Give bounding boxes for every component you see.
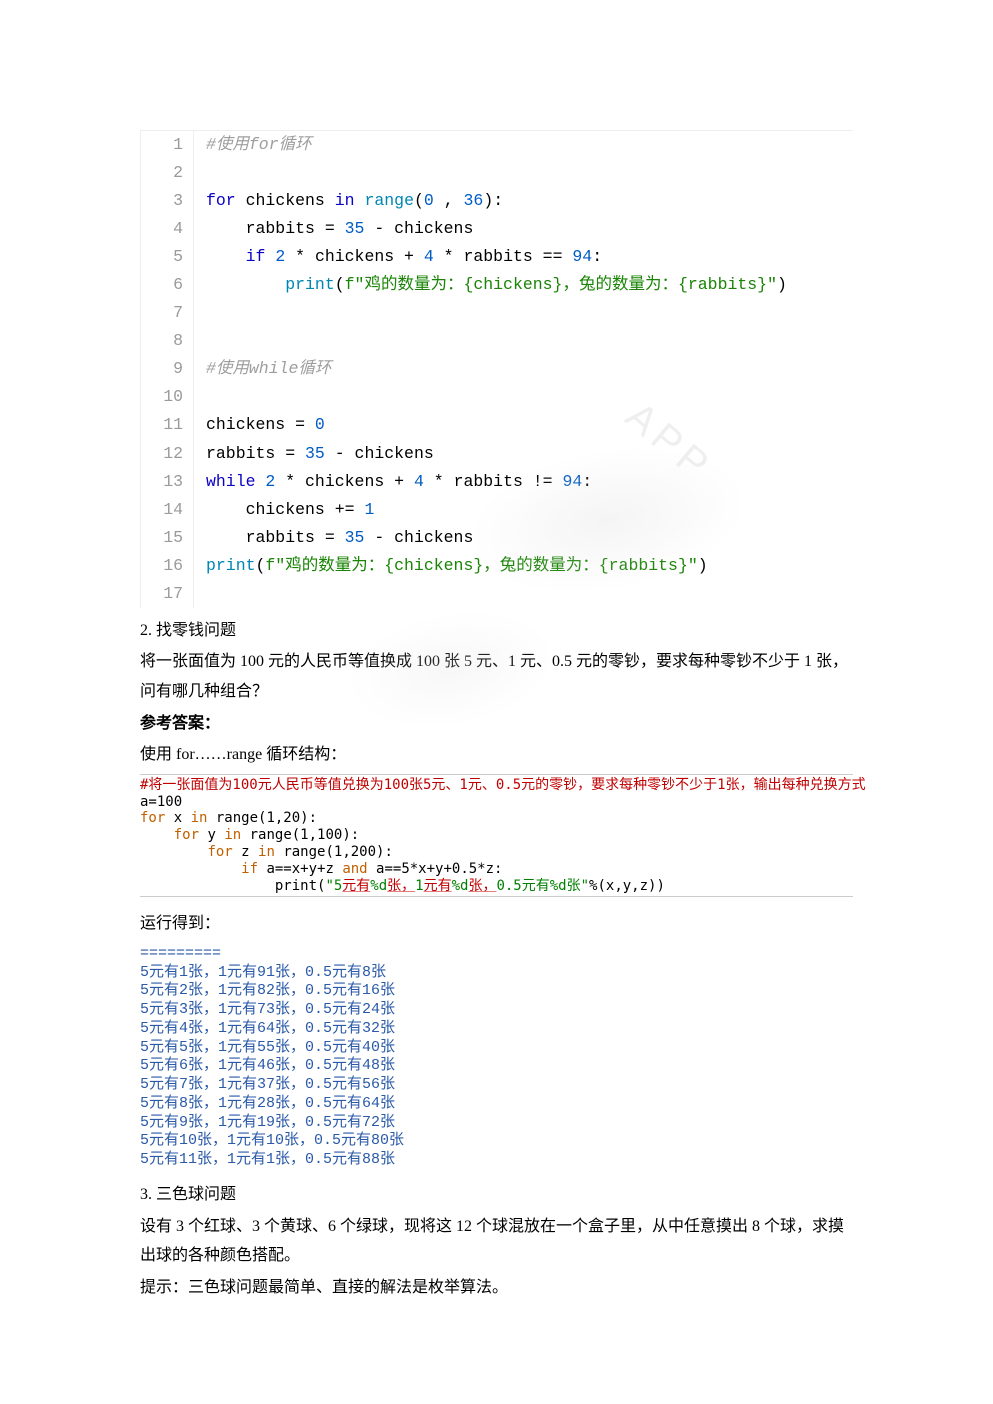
output-line: 5元有10张，1元有10张，0.5元有80张 bbox=[140, 1132, 853, 1151]
code-text bbox=[194, 299, 216, 327]
code-line: 5 if 2 * chickens + 4 * rabbits == 94: bbox=[141, 243, 853, 271]
code-text bbox=[194, 327, 216, 355]
code-line: 10 bbox=[141, 383, 853, 411]
line-number: 9 bbox=[141, 355, 194, 383]
code-line: 13while 2 * chickens + 4 * rabbits != 94… bbox=[141, 468, 853, 496]
code-text: chickens += 1 bbox=[194, 496, 374, 524]
code-text: rabbits = 35 - chickens bbox=[194, 215, 473, 243]
code-line: 8 bbox=[141, 327, 853, 355]
line-number: 15 bbox=[141, 524, 194, 552]
output-label: 运行得到： bbox=[140, 909, 853, 939]
section-3-problem: 设有 3 个红球、3 个黄球、6 个绿球，现将这 12 个球混放在一个盒子里，从… bbox=[140, 1212, 853, 1271]
line-number: 17 bbox=[141, 580, 194, 608]
code-line: 7 bbox=[141, 299, 853, 327]
line-number: 4 bbox=[141, 215, 194, 243]
code-text: rabbits = 35 - chickens bbox=[194, 440, 434, 468]
output-line: 5元有5张，1元有55张，0.5元有40张 bbox=[140, 1039, 853, 1058]
output-line: 5元有6张，1元有46张，0.5元有48张 bbox=[140, 1057, 853, 1076]
code-text: if 2 * chickens + 4 * rabbits == 94: bbox=[194, 243, 602, 271]
code-text bbox=[194, 159, 216, 187]
line-number: 10 bbox=[141, 383, 194, 411]
output-line: 5元有8张，1元有28张，0.5元有64张 bbox=[140, 1095, 853, 1114]
line-number: 1 bbox=[141, 131, 194, 159]
code-line: for x in range(1,20): bbox=[140, 810, 853, 827]
output-line: 5元有1张，1元有91张，0.5元有8张 bbox=[140, 964, 853, 983]
code-line: 11chickens = 0 bbox=[141, 411, 853, 439]
code-line: 12rabbits = 35 - chickens bbox=[141, 440, 853, 468]
code-text: rabbits = 35 - chickens bbox=[194, 524, 473, 552]
code-text: print(f"鸡的数量为：{chickens}，兔的数量为：{rabbits}… bbox=[194, 552, 708, 580]
section-2-heading: 2. 找零钱问题 bbox=[140, 616, 853, 646]
output-line: 5元有7张，1元有37张，0.5元有56张 bbox=[140, 1076, 853, 1095]
code-line: #将一张面值为100元人民币等值兑换为100张5元、1元、0.5元的零钞，要求每… bbox=[140, 777, 853, 794]
answer-label: 参考答案： bbox=[140, 709, 853, 739]
code-line: 17 bbox=[141, 580, 853, 608]
line-number: 16 bbox=[141, 552, 194, 580]
code-line: 14 chickens += 1 bbox=[141, 496, 853, 524]
code-line: a=100 bbox=[140, 794, 853, 811]
program-output: =========5元有1张，1元有91张，0.5元有8张5元有2张，1元有82… bbox=[140, 945, 853, 1170]
output-line: 5元有9张，1元有19张，0.5元有72张 bbox=[140, 1114, 853, 1133]
code-line: 1#使用for循环 bbox=[141, 131, 853, 159]
code-line: if a==x+y+z and a==5*x+y+0.5*z: bbox=[140, 861, 853, 878]
code-line: print("5元有%d张，1元有%d张，0.5元有%d张"%(x,y,z)) bbox=[140, 878, 853, 895]
output-line: 5元有2张，1元有82张，0.5元有16张 bbox=[140, 982, 853, 1001]
code-line: for z in range(1,200): bbox=[140, 844, 853, 861]
code-line: for y in range(1,100): bbox=[140, 827, 853, 844]
output-line: 5元有3张，1元有73张，0.5元有24张 bbox=[140, 1001, 853, 1020]
output-line: 5元有11张，1元有1张，0.5元有88张 bbox=[140, 1151, 853, 1170]
line-number: 5 bbox=[141, 243, 194, 271]
code-text bbox=[194, 580, 216, 608]
code-line: 15 rabbits = 35 - chickens bbox=[141, 524, 853, 552]
code-line: 6 print(f"鸡的数量为：{chickens}，兔的数量为：{rabbit… bbox=[141, 271, 853, 299]
code-text bbox=[194, 383, 216, 411]
line-number: 12 bbox=[141, 440, 194, 468]
output-line: 5元有4张，1元有64张，0.5元有32张 bbox=[140, 1020, 853, 1039]
code-text: chickens = 0 bbox=[194, 411, 325, 439]
line-number: 13 bbox=[141, 468, 194, 496]
code-block-for-while: 1#使用for循环2 3for chickens in range(0 , 36… bbox=[140, 130, 853, 608]
code-line: 9#使用while循环 bbox=[141, 355, 853, 383]
code-line: 2 bbox=[141, 159, 853, 187]
section-3-heading: 3. 三色球问题 bbox=[140, 1180, 853, 1210]
line-number: 3 bbox=[141, 187, 194, 215]
code-line: 3for chickens in range(0 , 36): bbox=[141, 187, 853, 215]
line-number: 14 bbox=[141, 496, 194, 524]
code-text: for chickens in range(0 , 36): bbox=[194, 187, 503, 215]
output-separator: ========= bbox=[140, 945, 853, 964]
code-text: #使用for循环 bbox=[194, 131, 312, 159]
line-number: 8 bbox=[141, 327, 194, 355]
code-text: #使用while循环 bbox=[194, 355, 331, 383]
code-line: 16print(f"鸡的数量为：{chickens}，兔的数量为：{rabbit… bbox=[141, 552, 853, 580]
section-2-problem: 将一张面值为 100 元的人民币等值换成 100 张 5 元、1 元、0.5 元… bbox=[140, 647, 853, 706]
code-text: print(f"鸡的数量为：{chickens}，兔的数量为：{rabbits}… bbox=[194, 271, 787, 299]
line-number: 7 bbox=[141, 299, 194, 327]
line-number: 11 bbox=[141, 411, 194, 439]
code-block-change: #将一张面值为100元人民币等值兑换为100张5元、1元、0.5元的零钞，要求每… bbox=[140, 774, 853, 898]
section-2-method: 使用 for……range 循环结构： bbox=[140, 740, 853, 770]
section-3-hint: 提示：三色球问题最简单、直接的解法是枚举算法。 bbox=[140, 1273, 853, 1303]
code-line: 4 rabbits = 35 - chickens bbox=[141, 215, 853, 243]
code-text: while 2 * chickens + 4 * rabbits != 94: bbox=[194, 468, 592, 496]
line-number: 2 bbox=[141, 159, 194, 187]
line-number: 6 bbox=[141, 271, 194, 299]
